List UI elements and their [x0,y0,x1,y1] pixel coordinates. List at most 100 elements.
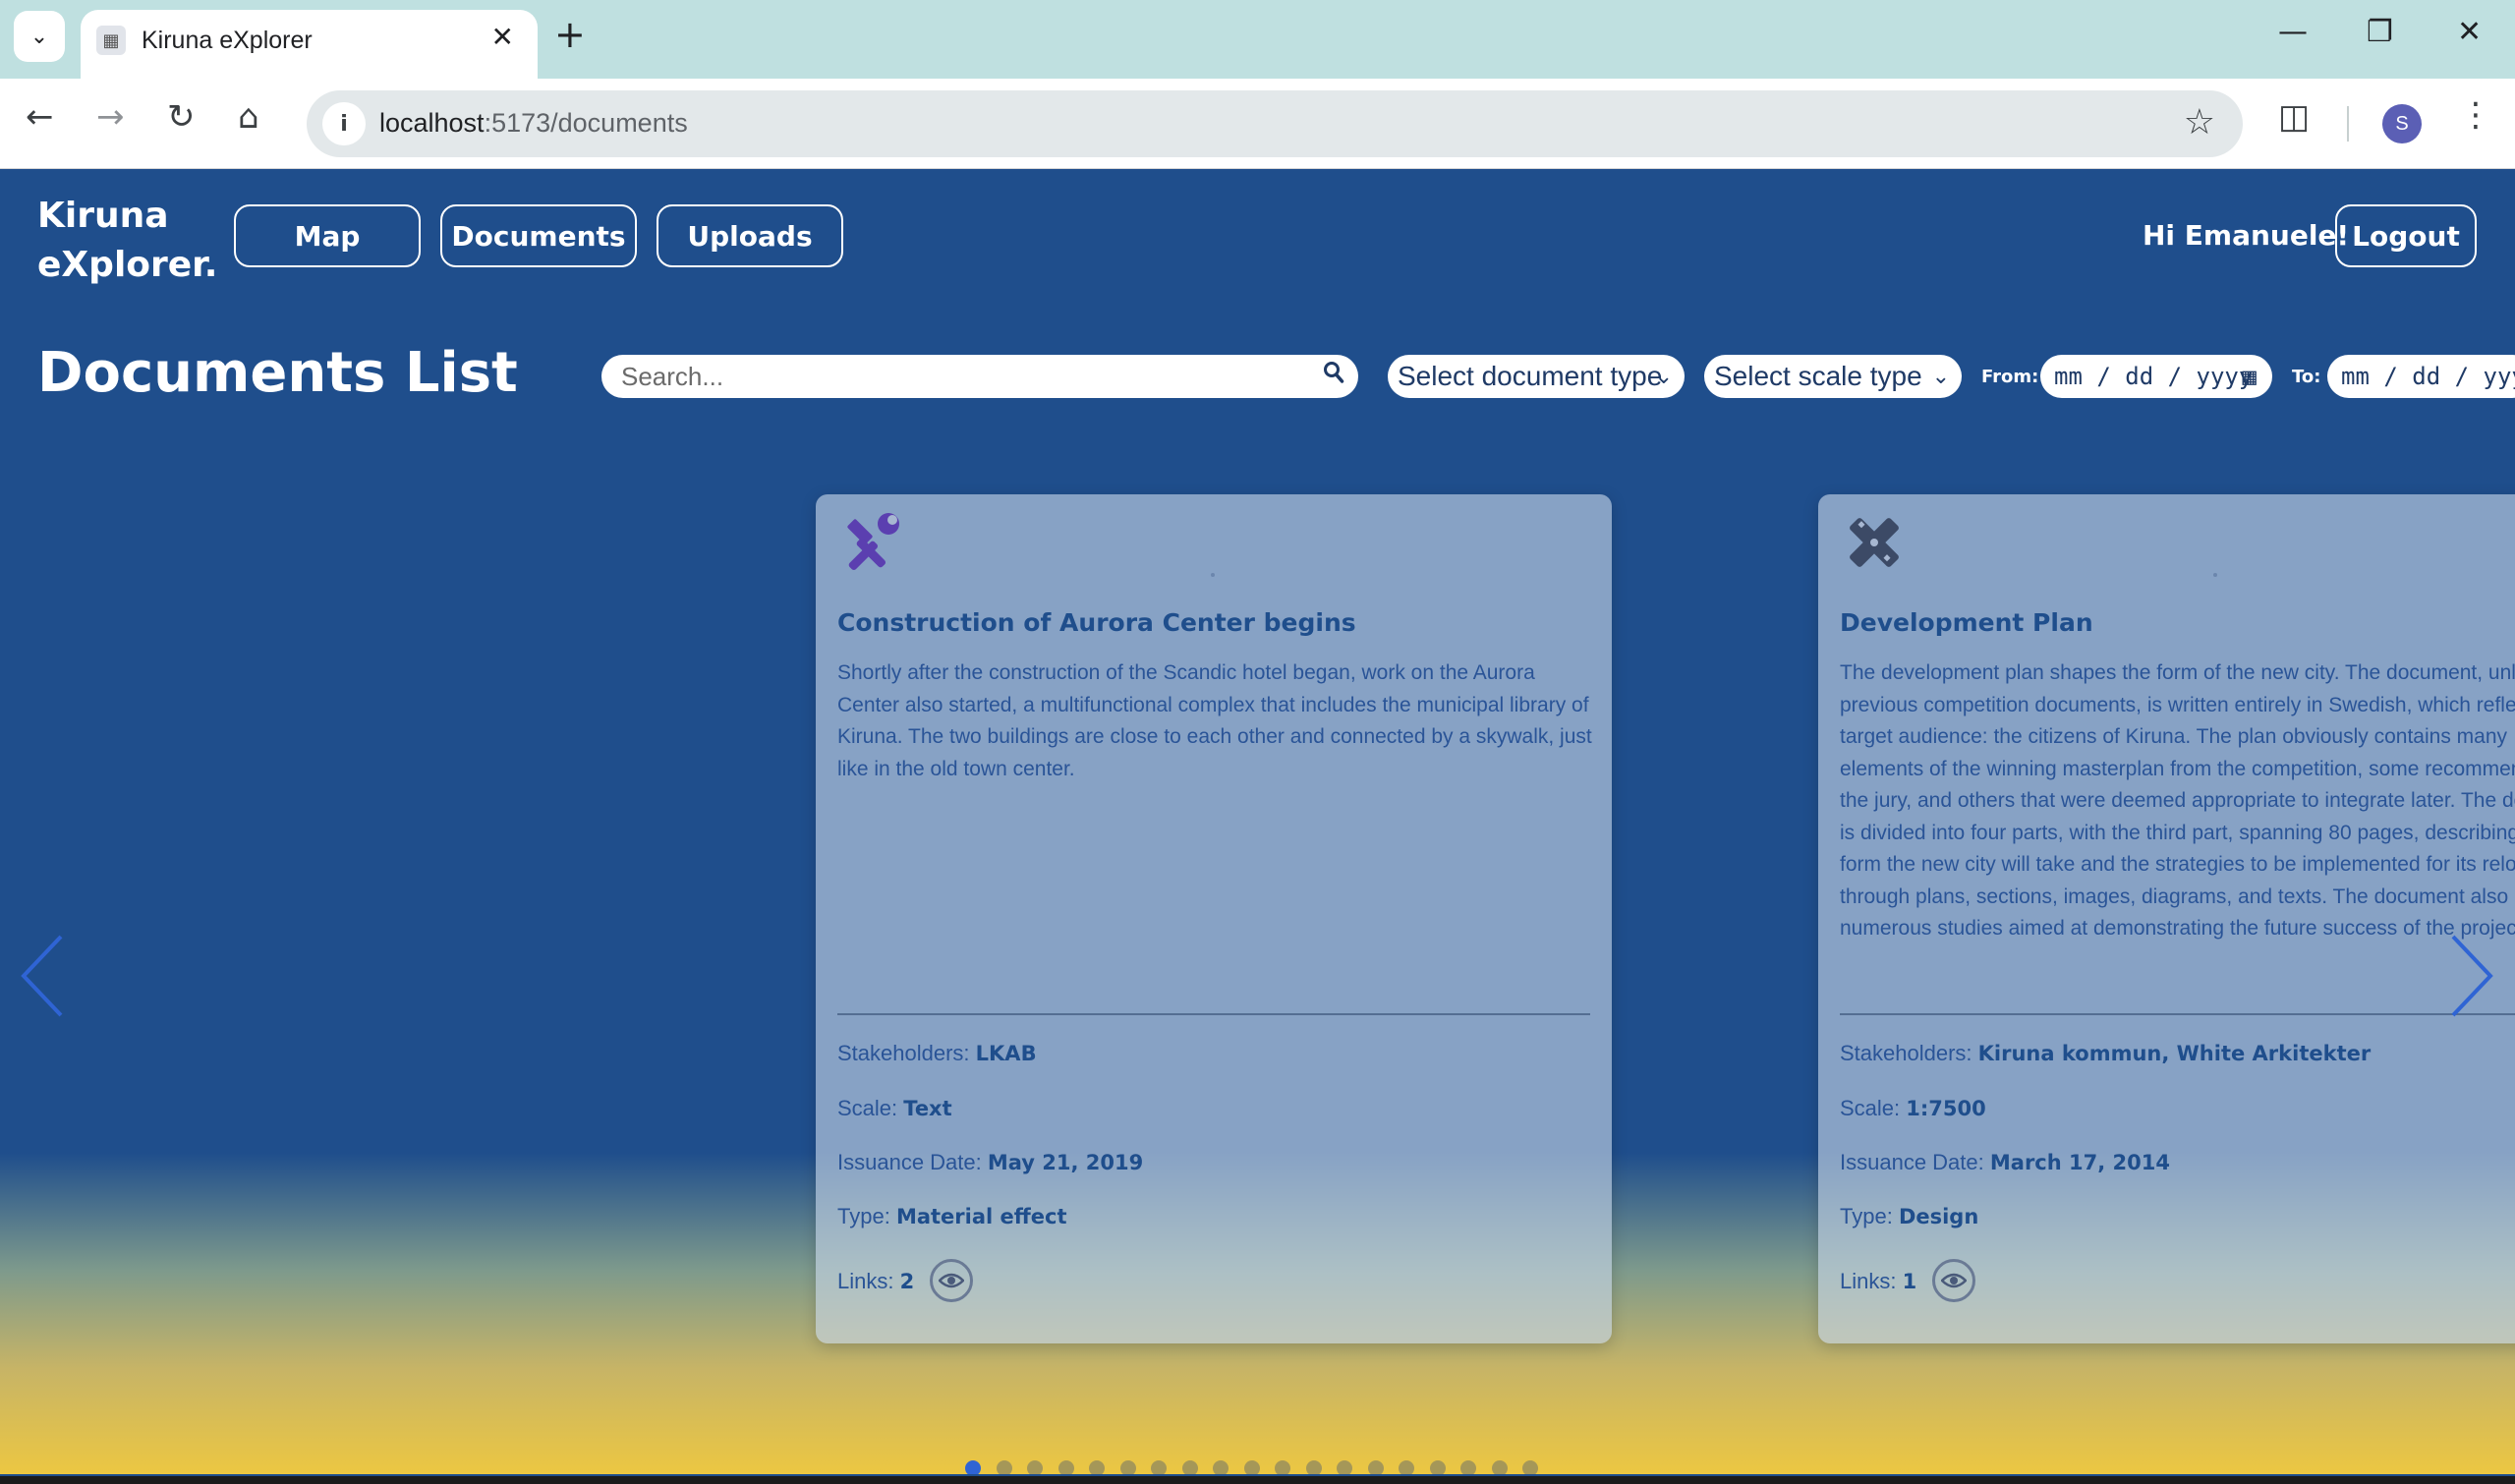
app-root: Kiruna eXplorer. Map Documents Uploads H… [0,170,2515,1474]
pagination-dot[interactable] [1243,1460,1260,1474]
card-issuance-date: Issuance Date: May 21, 2019 [837,1150,1144,1174]
from-date-label: From: [1981,367,2039,387]
profile-avatar[interactable]: S [2382,104,2422,143]
scale-type-select[interactable]: Select scale type ⌄ [1704,355,1962,398]
view-links-eye-icon[interactable] [1932,1259,1976,1302]
ruler-pencil-icon [1850,518,1899,567]
card-divider [837,1013,1590,1015]
favicon-icon: ▦ [96,26,126,55]
pagination-dot[interactable] [1181,1460,1198,1474]
card-dot [2213,573,2217,577]
browser-tab[interactable]: ▦ Kiruna eXplorer ✕ [81,10,538,79]
card-links: Links: 1 [1840,1259,1976,1304]
carousel-pagination [965,1460,1538,1474]
carousel-prev-arrow-icon[interactable] [14,927,73,1025]
search-box [601,355,1358,398]
address-bar[interactable]: i localhost:5173/documents ☆ [307,90,2243,157]
card-type: Type: Design [1840,1204,1979,1228]
pagination-dot[interactable] [1027,1460,1043,1474]
pagination-dot[interactable] [1460,1460,1476,1474]
pagination-dot[interactable] [965,1460,981,1474]
pagination-dot[interactable] [1399,1460,1414,1474]
toolbar-divider [2347,106,2349,142]
url-path: :5173/documents [484,108,688,138]
card-scale: Scale: 1:7500 [1840,1096,1986,1120]
pagination-dot[interactable] [1522,1460,1538,1474]
pagination-dot[interactable] [996,1460,1012,1474]
nav-map-button[interactable]: Map [234,204,421,267]
logout-button[interactable]: Logout [2335,204,2477,267]
scale-type-value: Select scale type [1714,361,1922,391]
app-logo[interactable]: Kiruna eXplorer. [37,192,217,290]
documents-carousel: Construction of Aurora Center begins Sho… [0,494,2515,1359]
hammer-wrench-icon [847,513,899,571]
card-dot [1211,573,1215,577]
home-icon[interactable]: ⌂ [238,100,259,134]
pagination-dot[interactable] [1275,1460,1290,1474]
nav-documents-button[interactable]: Documents [440,204,637,267]
to-date-input[interactable]: mm / dd / yyyy [2327,355,2515,398]
taskbar-edge [0,1476,2515,1484]
chevron-down-icon: ⌄ [1654,364,1673,388]
browser-toolbar: ← → ↻ ⌂ i localhost:5173/documents ☆ ◫ S… [0,79,2515,169]
card-description: The development plan shapes the form of … [1840,661,2515,940]
pagination-dot[interactable] [1429,1460,1446,1474]
restore-icon[interactable]: ❐ [2367,18,2393,47]
pagination-dot[interactable] [1337,1460,1352,1474]
site-info-icon[interactable]: i [322,102,366,145]
card-title: Development Plan [1840,608,2093,637]
minimize-icon[interactable]: — [2278,18,2308,47]
search-input[interactable] [621,361,1289,392]
pagination-dot[interactable] [1305,1460,1322,1474]
extensions-icon[interactable]: ◫ [2278,100,2310,134]
chevron-down-icon: ⌄ [29,24,49,49]
pagination-dot[interactable] [1151,1460,1167,1474]
card-title: Construction of Aurora Center begins [837,608,1356,637]
tab-search-button[interactable]: ⌄ [14,11,65,62]
card-description: Shortly after the construction of the Sc… [837,661,1592,780]
card-stakeholders: Stakeholders: Kiruna kommun, White Arkit… [1840,1041,2372,1065]
tab-title: Kiruna eXplorer [142,27,313,54]
logo-line-1: Kiruna [37,196,169,236]
bookmark-star-icon[interactable]: ☆ [2184,102,2215,143]
card-type: Type: Material effect [837,1204,1067,1228]
from-date-input[interactable]: mm / dd / yyyy ▦ [2040,355,2272,398]
forward-arrow-icon[interactable]: → [96,100,125,134]
pagination-dot[interactable] [1367,1460,1384,1474]
document-card[interactable]: Construction of Aurora Center begins Sho… [816,494,1612,1343]
document-type-select[interactable]: Select document type ⌄ [1388,355,1685,398]
window-close-icon[interactable]: ✕ [2457,18,2482,47]
url-host: localhost [379,108,485,138]
card-links: Links: 2 [837,1259,974,1304]
url-text[interactable]: localhost:5173/documents [379,108,688,139]
reload-icon[interactable]: ↻ [167,100,196,134]
document-type-value: Select document type [1398,361,1663,391]
pagination-dot[interactable] [1491,1460,1508,1474]
calendar-icon[interactable]: ▦ [2243,355,2257,398]
search-icon[interactable] [1323,361,1344,391]
from-date-placeholder: mm / dd / yyyy [2054,363,2254,390]
view-links-eye-icon[interactable] [930,1259,974,1302]
to-date-label: To: [2292,367,2321,387]
nav-uploads-button[interactable]: Uploads [657,204,843,267]
user-greeting: Hi Emanuele! [2143,219,2350,252]
new-tab-icon[interactable]: + [554,16,586,53]
browser-tabstrip: ⌄ ▦ Kiruna eXplorer ✕ + — ❐ ✕ [0,0,2515,79]
document-card[interactable]: Development Plan The development plan sh… [1818,494,2515,1343]
close-tab-icon[interactable]: ✕ [491,24,514,51]
page-title: Documents List [37,341,518,405]
chevron-down-icon: ⌄ [1931,364,1950,388]
pagination-dot[interactable] [1119,1460,1136,1474]
pagination-dot[interactable] [1089,1460,1105,1474]
pagination-dot[interactable] [1057,1460,1074,1474]
card-scale: Scale: Text [837,1096,952,1120]
card-divider [1840,1013,2515,1015]
card-stakeholders: Stakeholders: LKAB [837,1041,1037,1065]
card-issuance-date: Issuance Date: March 17, 2014 [1840,1150,2170,1174]
to-date-placeholder: mm / dd / yyyy [2341,363,2515,390]
carousel-next-arrow-icon[interactable] [2441,927,2500,1025]
pagination-dot[interactable] [1213,1460,1229,1474]
logo-line-2: eXplorer. [37,245,218,285]
more-menu-icon[interactable]: ⋮ [2459,98,2492,132]
back-arrow-icon[interactable]: ← [26,100,54,134]
